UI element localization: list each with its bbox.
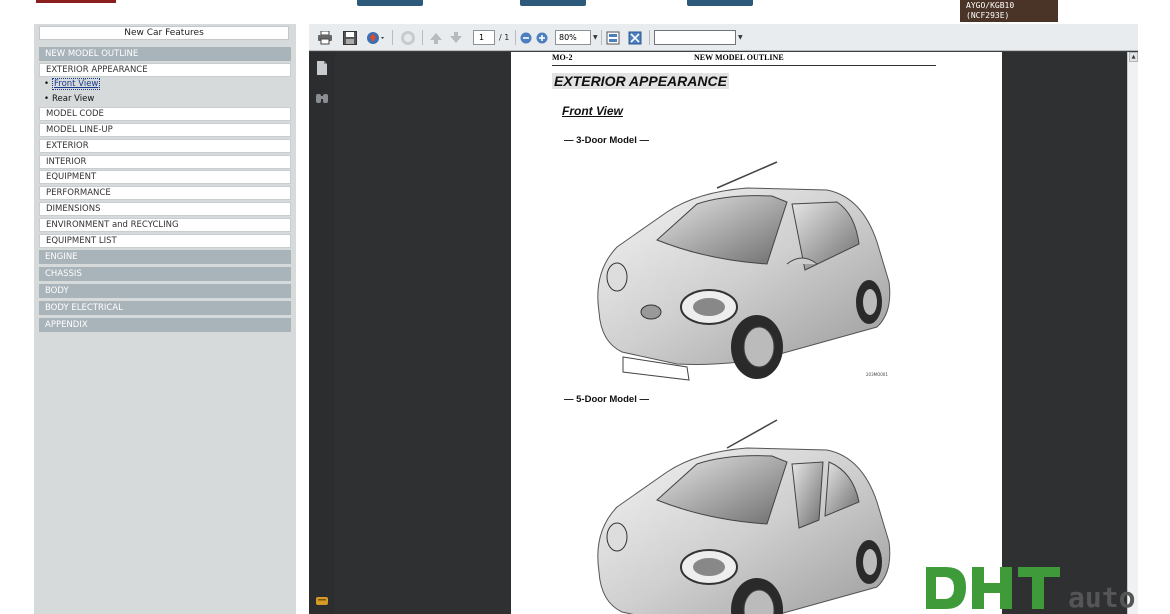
- nav-item-environment-recycling[interactable]: ENVIRONMENT and RECYCLING: [39, 218, 291, 232]
- nav-subitem-rear-view[interactable]: • Rear View: [44, 94, 94, 104]
- hand-tool-icon[interactable]: [399, 29, 417, 46]
- nav-item-exterior-appearance[interactable]: EXTERIOR APPEARANCE: [39, 63, 291, 77]
- figure-id: 203MO001: [866, 372, 888, 377]
- save-icon[interactable]: [341, 29, 359, 46]
- print-icon[interactable]: [316, 29, 334, 46]
- nav-subitem-front-view[interactable]: • Front View: [44, 78, 101, 90]
- model-name: AYGO/KGB10: [966, 1, 1015, 10]
- bullet-icon: •: [44, 94, 50, 104]
- nav-item-interior[interactable]: INTERIOR: [39, 155, 291, 169]
- car-image-5door: [597, 419, 891, 614]
- model-code-box: AYGO/KGB10 (NCF293E): [960, 0, 1058, 22]
- pdf-viewer: 1 / 1 80% ▼ ▼ MO-2 NEW MODEL OUTLINE EXT…: [309, 24, 1138, 614]
- app-window: AYGO/KGB10 (NCF293E) New Car Features NE…: [0, 0, 1170, 614]
- zoom-in-icon[interactable]: [535, 29, 549, 46]
- document-canvas[interactable]: MO-2 NEW MODEL OUTLINE EXTERIOR APPEARAN…: [335, 52, 1127, 614]
- previous-page-icon[interactable]: [427, 29, 445, 46]
- zoom-select[interactable]: 80%: [555, 30, 591, 45]
- viewer-side-toolbar: [309, 52, 335, 614]
- scroll-up-icon[interactable]: ▲: [1129, 52, 1138, 62]
- model-label-3door: — 3-Door Model —: [564, 135, 649, 146]
- page-number-input[interactable]: 1: [473, 30, 495, 45]
- nav-item-equipment-list[interactable]: EQUIPMENT LIST: [39, 234, 291, 248]
- fit-width-icon[interactable]: [626, 29, 644, 46]
- page-number-label: MO-2: [552, 53, 573, 62]
- fit-page-icon[interactable]: [604, 29, 622, 46]
- nav-item-model-line-up[interactable]: MODEL LINE-UP: [39, 123, 291, 137]
- nav-section-chassis[interactable]: CHASSIS: [39, 267, 291, 281]
- back-button[interactable]: [520, 0, 586, 6]
- page-header: MO-2 NEW MODEL OUTLINE: [552, 53, 936, 66]
- page-header-title: NEW MODEL OUTLINE: [694, 53, 784, 62]
- find-input[interactable]: [654, 30, 736, 45]
- top-bar: AYGO/KGB10 (NCF293E): [0, 0, 1170, 24]
- brand-logo: [36, 0, 116, 3]
- panel-title: New Car Features: [39, 26, 289, 40]
- watermark-logo: auto: [926, 567, 1135, 613]
- top-button[interactable]: [357, 0, 423, 6]
- navigation-panel: New Car Features NEW MODEL OUTLINE EXTER…: [34, 24, 296, 614]
- chevron-down-icon[interactable]: ▼: [738, 34, 743, 41]
- car-image-3door: [597, 161, 891, 381]
- nav-section-appendix[interactable]: APPENDIX: [39, 318, 291, 332]
- nav-section-body[interactable]: BODY: [39, 284, 291, 298]
- viewer-toolbar: 1 / 1 80% ▼ ▼: [309, 24, 1138, 51]
- model-code: (NCF293E): [966, 11, 1010, 20]
- page-total: / 1: [499, 33, 510, 42]
- svg-text:auto: auto: [1068, 581, 1135, 613]
- nav-item-exterior[interactable]: EXTERIOR: [39, 139, 291, 153]
- nav-item-equipment[interactable]: EQUIPMENT: [39, 170, 291, 184]
- section-title: EXTERIOR APPEARANCE: [552, 73, 729, 89]
- chevron-down-icon[interactable]: ▼: [593, 34, 598, 41]
- email-icon[interactable]: [365, 29, 387, 46]
- nav-item-model-code[interactable]: MODEL CODE: [39, 107, 291, 121]
- zoom-out-icon[interactable]: [519, 29, 533, 46]
- vertical-scrollbar[interactable]: ▲: [1127, 52, 1138, 614]
- nav-section-new-model-outline[interactable]: NEW MODEL OUTLINE: [39, 47, 291, 61]
- subsection-title: Front View: [562, 104, 623, 118]
- nav-item-dimensions[interactable]: DIMENSIONS: [39, 202, 291, 216]
- next-page-icon[interactable]: [447, 29, 465, 46]
- document-page: MO-2 NEW MODEL OUTLINE EXTERIOR APPEARAN…: [511, 52, 1002, 614]
- pages-icon[interactable]: [315, 60, 329, 76]
- model-label-5door: — 5-Door Model —: [564, 394, 649, 405]
- nav-item-performance[interactable]: PERFORMANCE: [39, 186, 291, 200]
- nav-section-body-electrical[interactable]: BODY ELECTRICAL: [39, 301, 291, 315]
- comments-icon[interactable]: [315, 593, 329, 609]
- next-button[interactable]: [687, 0, 753, 6]
- bullet-icon: •: [44, 79, 50, 89]
- binoculars-icon[interactable]: [315, 89, 329, 105]
- nav-section-engine[interactable]: ENGINE: [39, 250, 291, 264]
